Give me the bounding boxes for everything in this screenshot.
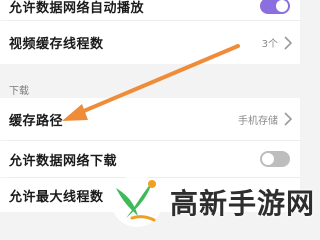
watermark-logo-icon xyxy=(111,175,163,227)
chevron-right-icon xyxy=(284,35,292,50)
allow-download-toggle[interactable] xyxy=(260,151,290,167)
setting-row-cache-path[interactable]: 缓存路径 手机存储 xyxy=(0,98,300,140)
toggle-knob xyxy=(276,0,288,12)
autoplay-toggle[interactable] xyxy=(260,0,290,14)
section-header-download: 下载 xyxy=(9,86,29,97)
setting-label-video-threads: 视频缓存线程数 xyxy=(9,37,104,52)
watermark-text: 高新手游网 xyxy=(170,187,316,220)
watermark: 高新手游网 xyxy=(108,172,314,229)
setting-value-video-threads: 3个 xyxy=(261,39,278,50)
setting-row-autoplay[interactable]: 允许数据网络自动播放 xyxy=(0,0,300,20)
setting-value-cache-path: 手机存储 xyxy=(238,115,278,127)
chevron-right-icon xyxy=(284,112,292,126)
setting-label-max-threads: 允许最大线程数 xyxy=(9,189,104,205)
toggle-knob xyxy=(262,153,274,165)
setting-label-cache-path: 缓存路径 xyxy=(9,113,64,129)
setting-label-autoplay: 允许数据网络自动播放 xyxy=(9,1,145,16)
setting-label-allow-download: 允许数据网络下载 xyxy=(9,153,118,169)
setting-row-video-threads[interactable]: 视频缓存线程数 3个 xyxy=(0,21,300,64)
